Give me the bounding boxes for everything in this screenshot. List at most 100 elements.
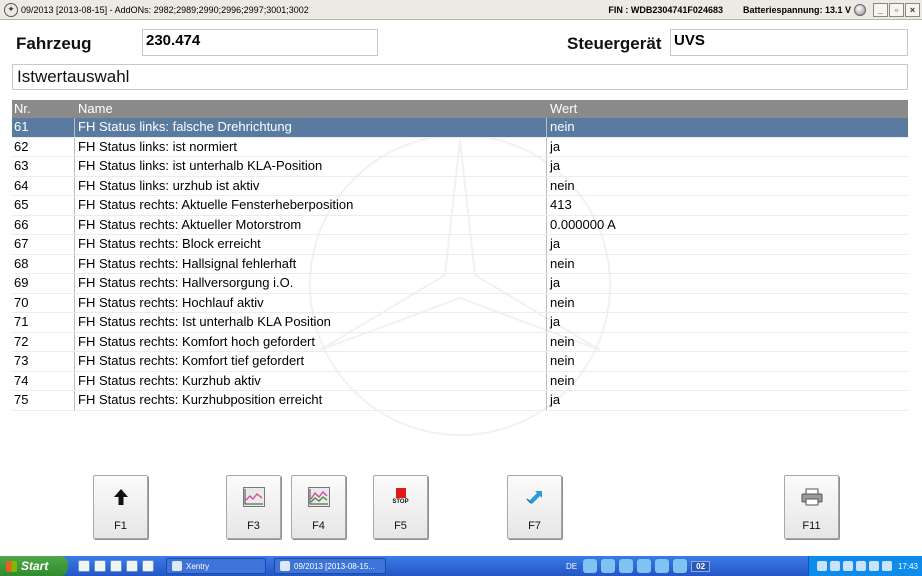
row-name: FH Status rechts: Ist unterhalb KLA Posi… [75, 313, 547, 332]
quick-launch-icon[interactable] [126, 560, 138, 572]
mercedes-star-icon [280, 561, 290, 571]
window-controls: _ ▫ × [872, 2, 920, 17]
row-wert: ja [550, 138, 561, 154]
f1-button[interactable]: F1 [93, 475, 148, 539]
row-name: FH Status rechts: Komfort tief gefordert [75, 352, 547, 371]
toolbar-icon[interactable] [673, 559, 688, 573]
row-name: FH Status rechts: Kurzhubposition erreic… [75, 391, 547, 410]
table-row[interactable]: 75 FH Status rechts: Kurzhubposition err… [12, 391, 908, 411]
quick-launch-icon[interactable] [142, 560, 154, 572]
table-row[interactable]: 74 FH Status rechts: Kurzhub aktiv nein [12, 371, 908, 391]
toolbar-icons [583, 559, 691, 573]
row-nr: 65 [12, 196, 75, 215]
fahrzeug-label: Fahrzeug [16, 34, 92, 53]
section-title: Istwertauswahl [12, 64, 908, 90]
fin-label: FIN : WDB2304741F024683 [608, 4, 723, 15]
table-header: Nr. Name Wert [12, 100, 908, 118]
start-button[interactable]: Start [0, 556, 68, 576]
f3-label: F3 [247, 520, 260, 532]
taskbar-item-label: 09/2013 [2013-08-15... [294, 561, 375, 571]
table-row[interactable]: 72 FH Status rechts: Komfort hoch geford… [12, 332, 908, 352]
column-nr[interactable]: Nr. [12, 100, 75, 118]
row-wert: nein [550, 294, 575, 310]
tray-icon[interactable] [881, 561, 892, 571]
tray-icon[interactable] [829, 561, 840, 571]
close-button[interactable]: × [905, 2, 920, 17]
system-tray: 17:43 [807, 556, 922, 576]
row-name: FH Status links: urzhub ist aktiv [75, 176, 547, 195]
table-row[interactable]: 67 FH Status rechts: Block erreicht ja [12, 235, 908, 255]
row-nr: 75 [12, 391, 75, 410]
restore-button[interactable]: ▫ [889, 2, 904, 17]
row-wert: nein [550, 353, 575, 368]
tray-icon[interactable] [855, 561, 866, 571]
table-row[interactable]: 73 FH Status rechts: Komfort tief geford… [12, 352, 908, 372]
row-nr: 73 [12, 352, 75, 371]
column-wert[interactable]: Wert [547, 100, 908, 118]
f4-button[interactable]: F4 [291, 475, 346, 539]
row-nr: 63 [12, 157, 75, 176]
f5-label: F5 [394, 520, 407, 532]
table-row[interactable]: 63 FH Status links: ist unterhalb KLA-Po… [12, 157, 908, 177]
steuergeraet-label: Steuergerät [567, 34, 662, 53]
quick-launch [78, 560, 158, 572]
row-wert: 0.000000 A [550, 216, 616, 232]
row-nr: 70 [12, 293, 75, 312]
row-name: FH Status links: ist normiert [75, 137, 547, 156]
taskbar-item-label: Xentry [186, 561, 210, 571]
table-row[interactable]: 62 FH Status links: ist normiert ja [12, 137, 908, 157]
toolbar-icon[interactable] [583, 559, 598, 573]
table-row[interactable]: 65 FH Status rechts: Aktuelle Fensterheb… [12, 196, 908, 216]
row-wert: ja [550, 392, 561, 407]
f11-button[interactable]: F11 [784, 475, 839, 539]
quick-launch-icon[interactable] [78, 560, 90, 572]
f7-button[interactable]: F7 [507, 475, 562, 539]
row-nr: 74 [12, 371, 75, 390]
row-name: FH Status links: ist unterhalb KLA-Posit… [75, 157, 547, 176]
language-indicator[interactable]: DE [566, 562, 577, 571]
desktop-badge[interactable]: 02 [691, 560, 711, 572]
taskbar-item-window[interactable]: 09/2013 [2013-08-15... [274, 558, 386, 574]
battery-indicator-icon [854, 3, 866, 16]
stop-square [395, 488, 406, 498]
tray-icon[interactable] [816, 561, 827, 571]
table-row[interactable]: 70 FH Status rechts: Hochlauf aktiv nein [12, 293, 908, 313]
stop-icon-text: STOP [392, 499, 409, 505]
table-row[interactable]: 66 FH Status rechts: Aktueller Motorstro… [12, 215, 908, 235]
row-name: FH Status links: falsche Drehrichtung [75, 118, 547, 137]
row-nr: 66 [12, 215, 75, 234]
toolbar-icon[interactable] [601, 559, 616, 573]
table-row[interactable]: 61 FH Status links: falsche Drehrichtung… [12, 118, 908, 138]
row-name: FH Status rechts: Hallversorgung i.O. [75, 274, 547, 293]
row-nr: 69 [12, 274, 75, 293]
row-nr: 61 [12, 118, 75, 137]
row-wert: 413 [550, 197, 572, 212]
toolbar-icon[interactable] [619, 559, 634, 573]
table-row[interactable]: 71 FH Status rechts: Ist unterhalb KLA P… [12, 313, 908, 333]
table-row[interactable]: 64 FH Status links: urzhub ist aktiv nei… [12, 176, 908, 196]
quick-launch-icon[interactable] [94, 560, 106, 572]
start-label: Start [21, 559, 49, 573]
toolbar-icon[interactable] [637, 559, 652, 573]
f5-button[interactable]: STOP F5 [373, 475, 428, 539]
row-wert: ja [550, 236, 561, 251]
row-wert: ja [550, 314, 561, 329]
quick-launch-icon[interactable] [110, 560, 122, 572]
row-wert: nein [550, 255, 575, 271]
tray-icon[interactable] [868, 561, 879, 571]
column-name[interactable]: Name [75, 100, 547, 118]
multi-graph-icon [307, 486, 330, 508]
row-name: FH Status rechts: Kurzhub aktiv [75, 371, 547, 390]
row-nr: 67 [12, 235, 75, 254]
swap-arrows-icon [524, 486, 546, 508]
f3-button[interactable]: F3 [226, 475, 281, 539]
minimize-button[interactable]: _ [873, 2, 888, 17]
toolbar-icon[interactable] [655, 559, 670, 573]
row-nr: 71 [12, 313, 75, 332]
table-row[interactable]: 68 FH Status rechts: Hallsignal fehlerha… [12, 254, 908, 274]
table-row[interactable]: 69 FH Status rechts: Hallversorgung i.O.… [12, 274, 908, 294]
f7-label: F7 [528, 520, 541, 532]
tray-icon[interactable] [842, 561, 853, 571]
mercedes-star-icon: ✦ [4, 2, 18, 17]
taskbar-item-xentry[interactable]: Xentry [166, 558, 266, 574]
